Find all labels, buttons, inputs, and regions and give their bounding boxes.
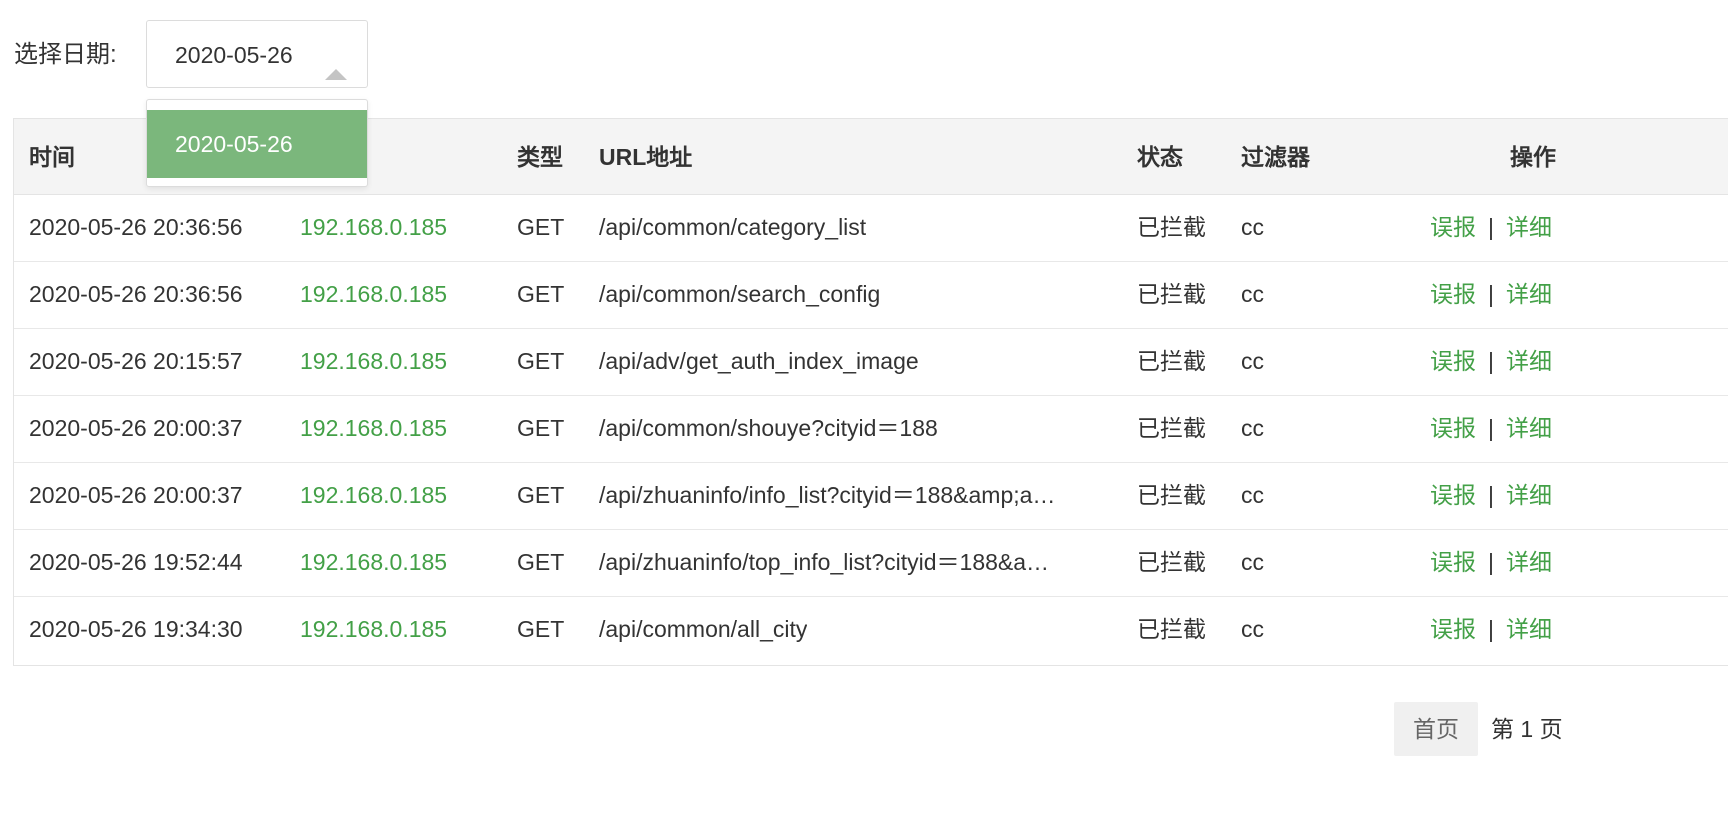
cell-url: /api/common/search_config (599, 281, 881, 307)
cell-url: /api/zhuaninfo/info_list?cityid＝188&amp;… (599, 482, 1056, 508)
date-option[interactable]: 2020-05-26 (147, 110, 367, 178)
action-separator: | (1488, 549, 1494, 575)
table-row: 2020-05-26 20:36:56 192.168.0.185 GET/api/… (14, 195, 1728, 262)
action-separator: | (1488, 281, 1494, 307)
cell-time: 2020-05-26 20:36:56 (29, 214, 243, 240)
table-row: 2020-05-26 20:36:56 192.168.0.185 GET/api/… (14, 262, 1728, 329)
cell-status: 已拦截 (1137, 482, 1206, 508)
table-row: 2020-05-26 19:52:44 192.168.0.185 GET/api/… (14, 530, 1728, 597)
detail-link[interactable]: 详细 (1506, 482, 1552, 508)
page: 选择日期: 2020-05-26 2020-05-26 时间 类型 URL地址 … (0, 0, 1728, 834)
cell-filter: cc (1241, 616, 1264, 642)
cell-url: /api/common/category_list (599, 214, 867, 240)
date-select[interactable]: 2020-05-26 (146, 20, 368, 88)
log-table: 时间 类型 URL地址 状态 过滤器 操作 2020-05-26 20:36:5… (13, 118, 1728, 666)
cell-url: /api/adv/get_auth_index_image (599, 348, 919, 374)
cell-status: 已拦截 (1137, 281, 1206, 307)
detail-link[interactable]: 详细 (1506, 348, 1552, 374)
caret-up-icon (325, 69, 347, 80)
table-row: 2020-05-26 20:15:57 192.168.0.185 GET/api/… (14, 329, 1728, 396)
action-separator: | (1488, 415, 1494, 441)
table-row: 2020-05-26 19:34:30 192.168.0.185 GET/api/… (14, 597, 1728, 664)
current-page-label: 第 1 页 (1491, 716, 1563, 742)
cell-status: 已拦截 (1137, 549, 1206, 575)
cell-status: 已拦截 (1137, 616, 1206, 642)
cell-type: GET (517, 616, 565, 642)
detail-link[interactable]: 详细 (1506, 415, 1552, 441)
date-filter-label: 选择日期: (14, 41, 117, 68)
cell-ip[interactable]: 192.168.0.185 (300, 546, 447, 578)
cell-time: 2020-05-26 20:00:37 (29, 482, 243, 508)
false-report-link[interactable]: 误报 (1430, 348, 1476, 374)
cell-type: GET (517, 415, 565, 441)
cell-filter: cc (1241, 281, 1264, 307)
cell-actions: 误报 | 详细 (1430, 479, 1552, 511)
cell-actions: 误报 | 详细 (1430, 412, 1552, 444)
cell-time: 2020-05-26 20:00:37 (29, 415, 243, 441)
cell-actions: 误报 | 详细 (1430, 278, 1552, 310)
cell-time: 2020-05-26 19:34:30 (29, 616, 243, 642)
false-report-link[interactable]: 误报 (1430, 415, 1476, 441)
date-dropdown: 2020-05-26 (146, 99, 368, 187)
header-url: URL地址 (599, 144, 693, 170)
cell-ip[interactable]: 192.168.0.185 (300, 412, 447, 444)
header-action: 操作 (1510, 144, 1556, 170)
cell-type: GET (517, 214, 565, 240)
header-filter: 过滤器 (1241, 144, 1310, 170)
cell-actions: 误报 | 详细 (1430, 546, 1552, 578)
false-report-link[interactable]: 误报 (1430, 482, 1476, 508)
cell-url: /api/common/all_city (599, 616, 808, 642)
detail-link[interactable]: 详细 (1506, 214, 1552, 240)
detail-link[interactable]: 详细 (1506, 616, 1552, 642)
cell-time: 2020-05-26 20:36:56 (29, 281, 243, 307)
cell-actions: 误报 | 详细 (1430, 613, 1552, 645)
header-status: 状态 (1137, 144, 1183, 170)
cell-type: GET (517, 482, 565, 508)
action-separator: | (1488, 348, 1494, 374)
false-report-link[interactable]: 误报 (1430, 549, 1476, 575)
false-report-link[interactable]: 误报 (1430, 214, 1476, 240)
header-type: 类型 (517, 144, 563, 170)
cell-filter: cc (1241, 549, 1264, 575)
cell-type: GET (517, 549, 565, 575)
action-separator: | (1488, 214, 1494, 240)
cell-time: 2020-05-26 19:52:44 (29, 549, 243, 575)
cell-ip[interactable]: 192.168.0.185 (300, 613, 447, 645)
cell-actions: 误报 | 详细 (1430, 345, 1552, 377)
header-time: 时间 (29, 144, 75, 170)
action-separator: | (1488, 482, 1494, 508)
cell-type: GET (517, 281, 565, 307)
cell-ip[interactable]: 192.168.0.185 (300, 345, 447, 377)
cell-type: GET (517, 348, 565, 374)
table-row: 2020-05-26 20:00:37 192.168.0.185 GET/api/… (14, 396, 1728, 463)
action-separator: | (1488, 616, 1494, 642)
cell-actions: 误报 | 详细 (1430, 211, 1552, 243)
cell-filter: cc (1241, 214, 1264, 240)
table-row: 2020-05-26 20:00:37 192.168.0.185 GET/api/… (14, 463, 1728, 530)
date-select-value: 2020-05-26 (175, 42, 293, 68)
cell-filter: cc (1241, 348, 1264, 374)
detail-link[interactable]: 详细 (1506, 281, 1552, 307)
cell-filter: cc (1241, 415, 1264, 441)
first-page-button[interactable]: 首页 (1394, 702, 1478, 756)
cell-ip[interactable]: 192.168.0.185 (300, 479, 447, 511)
cell-time: 2020-05-26 20:15:57 (29, 348, 243, 374)
cell-ip[interactable]: 192.168.0.185 (300, 278, 447, 310)
false-report-link[interactable]: 误报 (1430, 281, 1476, 307)
detail-link[interactable]: 详细 (1506, 549, 1552, 575)
cell-url: /api/zhuaninfo/top_info_list?cityid＝188&… (599, 549, 1050, 575)
false-report-link[interactable]: 误报 (1430, 616, 1476, 642)
cell-filter: cc (1241, 482, 1264, 508)
cell-url: /api/common/shouye?cityid＝188 (599, 415, 938, 441)
cell-ip[interactable]: 192.168.0.185 (300, 211, 447, 243)
cell-status: 已拦截 (1137, 348, 1206, 374)
cell-status: 已拦截 (1137, 214, 1206, 240)
cell-status: 已拦截 (1137, 415, 1206, 441)
